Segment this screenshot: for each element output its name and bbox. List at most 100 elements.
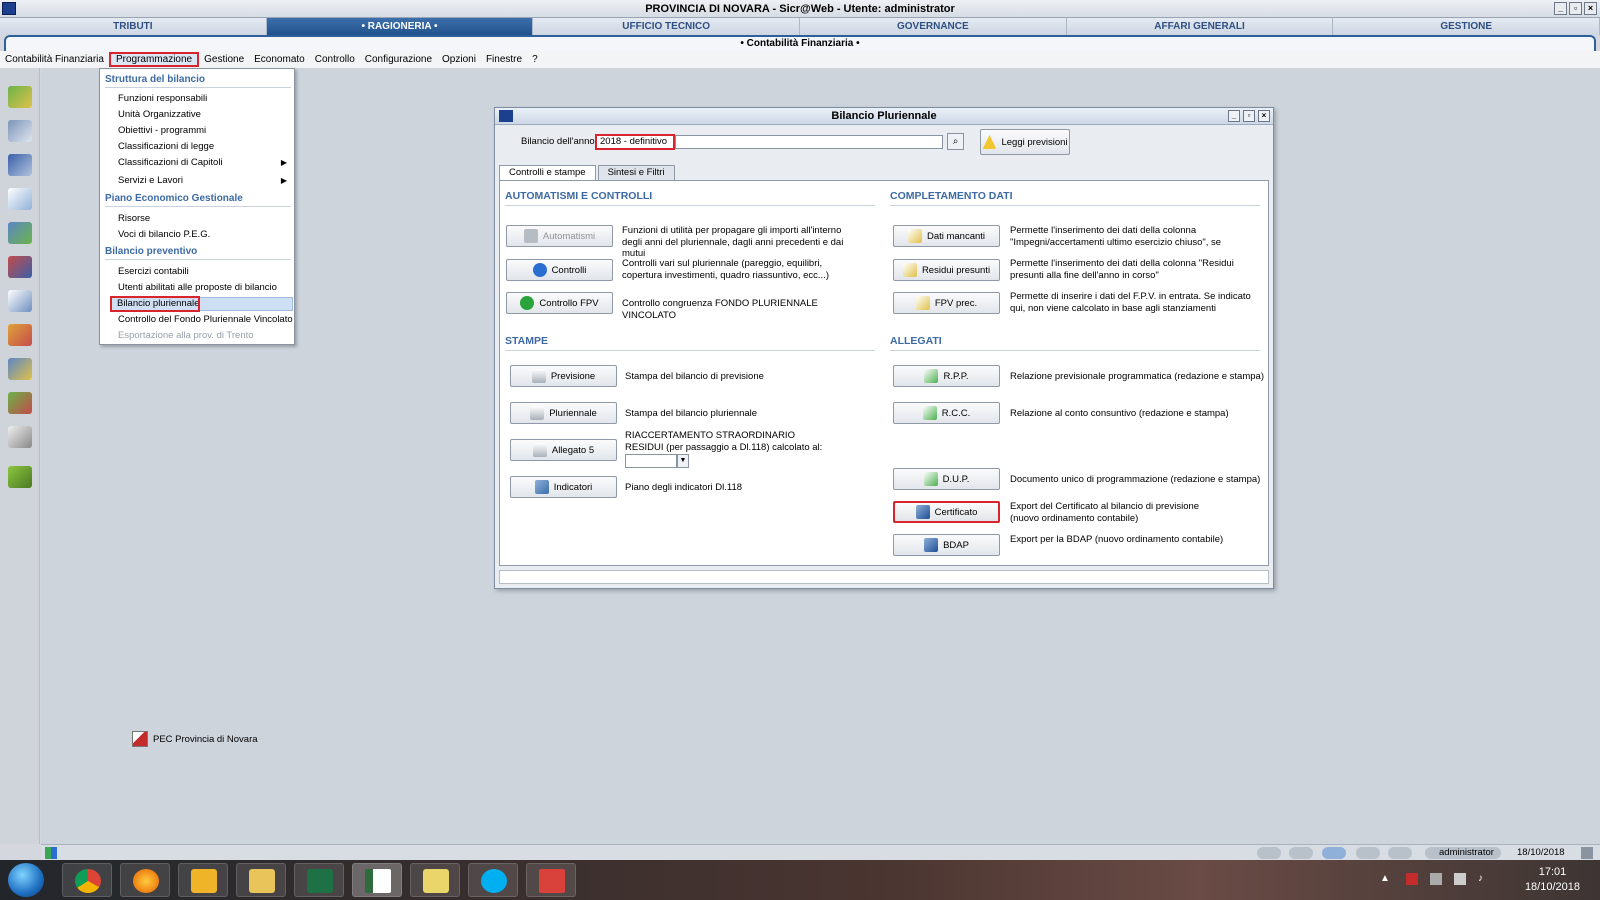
menu-item-voci-peg[interactable]: Voci di bilancio P.E.G. (118, 229, 293, 241)
rpp-button[interactable]: R.P.P. (893, 365, 1000, 387)
button-label: BDAP (943, 539, 969, 551)
pec-shortcut[interactable]: PEC Provincia di Novara (132, 731, 258, 747)
dialog-maximize-icon[interactable]: ▫ (1243, 110, 1255, 122)
search-icon[interactable]: ⌕ (947, 133, 964, 150)
menu-item-controllo-fpv[interactable]: Controllo del Fondo Pluriennale Vincolat… (118, 314, 293, 326)
taskbar-app[interactable] (526, 863, 576, 897)
module-tab-affari-generali[interactable]: AFFARI GENERALI (1066, 18, 1334, 35)
taskbar-outlook[interactable] (178, 863, 228, 897)
pluriennale-button[interactable]: Pluriennale (510, 402, 617, 424)
tray-volume-icon[interactable]: ♪ (1478, 873, 1490, 885)
dialog-minimize-icon[interactable]: _ (1228, 110, 1240, 122)
app-logo-icon (2, 2, 16, 15)
menu-finestre[interactable]: Finestre (481, 52, 527, 67)
rcc-button[interactable]: R.C.C. (893, 402, 1000, 424)
taskbar-skype[interactable] (468, 863, 518, 897)
fpv-prec-button[interactable]: FPV prec. (893, 292, 1000, 314)
section-peg: Piano Economico Gestionale (105, 193, 291, 207)
menu-item-unita-organizzative[interactable]: Unità Organizzative (118, 109, 293, 121)
pencil-icon[interactable] (8, 466, 32, 488)
taskbar-excel[interactable] (294, 863, 344, 897)
page-icon[interactable] (8, 290, 32, 312)
taskbar-firefox[interactable] (120, 863, 170, 897)
residui-presunti-button[interactable]: Residui presunti (893, 259, 1000, 281)
printer-icon[interactable] (8, 426, 32, 448)
menu-item-esercizi-contabili[interactable]: Esercizi contabili (118, 266, 293, 278)
dati-mancanti-button[interactable]: Dati mancanti (893, 225, 1000, 247)
report-icon[interactable] (8, 324, 32, 346)
menu-opzioni[interactable]: Opzioni (437, 52, 481, 67)
previsione-button[interactable]: Previsione (510, 365, 617, 387)
allegato5-button[interactable]: Allegato 5 (510, 439, 617, 461)
menu-help[interactable]: ? (527, 52, 543, 67)
taskbar-notes[interactable] (410, 863, 460, 897)
module-tab-ragioneria[interactable]: • RAGIONERIA • (266, 18, 534, 35)
menu-item-risorse[interactable]: Risorse (118, 213, 293, 225)
menu-item-classificazioni-capitoli[interactable]: Classificazioni di Capitoli ▶ (118, 157, 293, 169)
menu-item-obiettivi[interactable]: Obiettivi - programmi (118, 125, 293, 137)
window-title: PROVINCIA DI NOVARA - Sicr@Web - Utente:… (645, 3, 955, 15)
restore-icon[interactable]: ▫ (1569, 2, 1582, 15)
printer-status-icon[interactable] (1289, 847, 1313, 859)
start-button[interactable] (8, 863, 44, 897)
tab-controlli-stampe[interactable]: Controlli e stampe (499, 165, 596, 181)
database-icon[interactable] (1356, 847, 1380, 859)
module-tab-governance[interactable]: GOVERNANCE (800, 18, 1067, 35)
dialog-close-icon[interactable]: × (1258, 110, 1270, 122)
menu-programmazione[interactable]: Programmazione (108, 52, 200, 67)
indicatori-button[interactable]: Indicatori (510, 476, 617, 498)
attachment-icon[interactable] (1388, 847, 1412, 859)
dup-button[interactable]: D.U.P. (893, 468, 1000, 490)
submenu-arrow-icon: ▶ (280, 176, 287, 185)
network-icon[interactable] (1257, 847, 1281, 859)
document-icon[interactable] (8, 188, 32, 210)
year-description-field[interactable] (675, 135, 943, 149)
settings-tools-icon[interactable] (8, 256, 32, 278)
menu-item-funzioni-responsabili[interactable]: Funzioni responsabili (118, 93, 293, 105)
tab-sintesi-filtri[interactable]: Sintesi e Filtri (597, 165, 675, 181)
export-icon[interactable] (8, 358, 32, 380)
menu-item-servizi-lavori[interactable]: Servizi e Lavori ▶ (118, 175, 293, 187)
certificato-button[interactable]: Certificato (893, 501, 1000, 523)
automatismi-button[interactable]: Automatismi (506, 225, 613, 247)
close-icon[interactable]: × (1584, 2, 1597, 15)
bdap-button[interactable]: BDAP (893, 534, 1000, 556)
controllo-fpv-button[interactable]: Controllo FPV (506, 292, 613, 314)
taskbar-explorer[interactable] (236, 863, 286, 897)
tray-expand-icon[interactable]: ▲ (1380, 873, 1392, 885)
year-field[interactable]: 2018 - definitivo (595, 134, 675, 150)
menu-economato[interactable]: Economato (249, 52, 310, 67)
tray-network-icon[interactable] (1454, 873, 1466, 885)
menu-controllo[interactable]: Controllo (310, 52, 360, 67)
chevron-down-icon[interactable]: ▼ (677, 454, 689, 468)
module-tab-gestione[interactable]: GESTIONE (1333, 18, 1600, 35)
module-tab-tributi[interactable]: TRIBUTI (0, 18, 267, 35)
menu-gestione[interactable]: Gestione (199, 52, 249, 67)
taskbar-chrome[interactable] (62, 863, 112, 897)
users-icon[interactable] (8, 392, 32, 414)
monitor-icon[interactable] (1322, 847, 1346, 859)
taskbar-clock[interactable]: 17:01 18/10/2018 (1525, 865, 1580, 895)
list-icon[interactable] (8, 120, 32, 142)
printer-icon (532, 443, 547, 457)
dialog-logo-icon (499, 110, 513, 122)
module-tab-ufficio-tecnico[interactable]: UFFICIO TECNICO (533, 18, 801, 35)
minimize-icon[interactable]: _ (1554, 2, 1567, 15)
edit-document-icon[interactable] (8, 222, 32, 244)
tray-flag-icon[interactable] (1406, 873, 1418, 885)
tools-icon[interactable] (8, 154, 32, 176)
finance-icon[interactable] (8, 86, 32, 108)
allegato5-date-combo[interactable] (625, 454, 677, 468)
menu-item-classificazioni-legge[interactable]: Classificazioni di legge (118, 141, 293, 153)
windows-grid-icon[interactable] (45, 847, 57, 859)
chart-icon (534, 480, 549, 494)
outlook-icon (191, 869, 217, 893)
tray-device-icon[interactable] (1430, 873, 1442, 885)
controlli-button[interactable]: Controlli (506, 259, 613, 281)
menu-item-utenti-abilitati[interactable]: Utenti abilitati alle proposte di bilanc… (118, 282, 293, 294)
menu-contabilita[interactable]: Contabilità Finanziaria (0, 52, 109, 67)
menu-configurazione[interactable]: Configurazione (360, 52, 437, 67)
taskbar-sicraweb[interactable] (352, 863, 402, 897)
leggi-previsioni-button[interactable]: Leggi previsioni (980, 129, 1070, 155)
button-label: Dati mancanti (926, 230, 986, 242)
